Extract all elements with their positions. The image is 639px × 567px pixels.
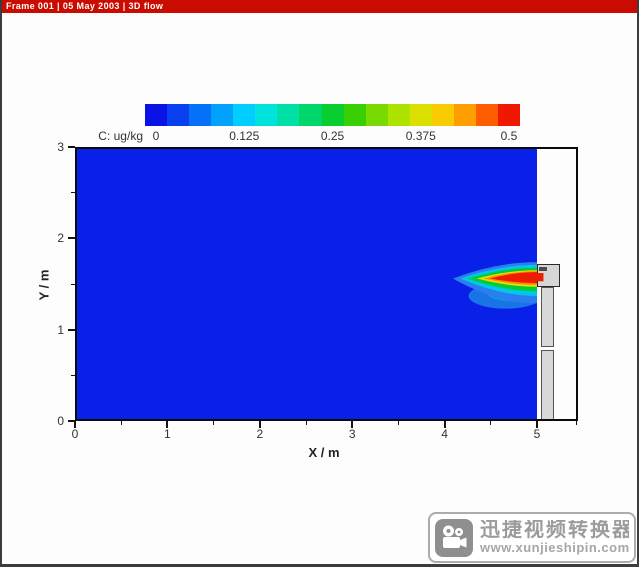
x-tick-label-0: 0 xyxy=(72,427,79,441)
colorbar-block-14 xyxy=(454,104,476,126)
frame-title-text: Frame 001 | 05 May 2003 | 3D flow xyxy=(6,1,163,11)
x-minor-tick-1.5 xyxy=(213,421,214,425)
y-major-tick-3 xyxy=(68,146,75,148)
x-major-tick-0 xyxy=(74,421,76,428)
y-tick-label-2: 2 xyxy=(44,231,64,245)
x-tick-label-5: 5 xyxy=(534,427,541,441)
frame-title-bar: Frame 001 | 05 May 2003 | 3D flow xyxy=(2,0,637,13)
video-camera-glyph xyxy=(439,523,469,553)
colorbar-block-2 xyxy=(189,104,211,126)
plume-jet-core xyxy=(532,273,543,281)
colorbar xyxy=(145,104,520,126)
x-minor-tick-5.43 xyxy=(576,421,577,425)
x-tick-label-1: 1 xyxy=(164,427,171,441)
x-major-tick-4 xyxy=(444,421,446,428)
colorbar-tick-0.125: 0.125 xyxy=(229,129,259,143)
colorbar-tick-0.25: 0.25 xyxy=(321,129,344,143)
colorbar-block-4 xyxy=(233,104,255,126)
colorbar-block-3 xyxy=(211,104,233,126)
colorbar-block-0 xyxy=(145,104,167,126)
watermark-url: www.xunjieshipin.com xyxy=(480,541,629,555)
window-border-left xyxy=(0,0,2,567)
x-minor-tick-4.5 xyxy=(490,421,491,425)
colorbar-label: C: ug/kg xyxy=(50,129,143,143)
watermark-text: 迅捷视频转换器 www.xunjieshipin.com xyxy=(480,520,629,555)
colorbar-block-10 xyxy=(366,104,388,126)
colorbar-tick-0.375: 0.375 xyxy=(406,129,436,143)
plume-contours xyxy=(75,147,578,421)
colorbar-block-15 xyxy=(476,104,498,126)
x-minor-tick-3.5 xyxy=(398,421,399,425)
y-tick-label-1: 1 xyxy=(44,323,64,337)
x-major-tick-5 xyxy=(536,421,538,428)
x-minor-tick-2.5 xyxy=(306,421,307,425)
y-major-tick-0 xyxy=(68,420,75,422)
colorbar-block-1 xyxy=(167,104,189,126)
x-major-tick-3 xyxy=(351,421,353,428)
colorbar-block-16 xyxy=(498,104,520,126)
colorbar-block-12 xyxy=(410,104,432,126)
colorbar-block-13 xyxy=(432,104,454,126)
watermark-badge: 迅捷视频转换器 www.xunjieshipin.com xyxy=(428,512,636,563)
x-axis-title: X / m xyxy=(308,445,339,460)
y-axis-title: Y / m xyxy=(37,270,52,301)
colorbar-block-11 xyxy=(388,104,410,126)
application-window: Frame 001 | 05 May 2003 | 3D flow C: ug/… xyxy=(0,0,639,567)
watermark-brand: 迅捷视频转换器 xyxy=(480,520,629,541)
x-tick-label-2: 2 xyxy=(256,427,263,441)
x-tick-label-4: 4 xyxy=(441,427,448,441)
colorbar-block-5 xyxy=(255,104,277,126)
colorbar-tick-0.5: 0.5 xyxy=(501,129,518,143)
x-major-tick-2 xyxy=(259,421,261,428)
contour-plot xyxy=(75,147,578,421)
colorbar-block-6 xyxy=(277,104,299,126)
x-minor-tick-0.5 xyxy=(121,421,122,425)
colorbar-tick-0: 0 xyxy=(153,129,160,143)
y-major-tick-2 xyxy=(68,237,75,239)
colorbar-block-9 xyxy=(344,104,366,126)
y-tick-label-0: 0 xyxy=(44,414,64,428)
x-tick-label-3: 3 xyxy=(349,427,356,441)
colorbar-block-8 xyxy=(322,104,344,126)
y-major-tick-1 xyxy=(68,329,75,331)
video-camera-icon xyxy=(435,519,473,557)
colorbar-block-7 xyxy=(299,104,321,126)
x-major-tick-1 xyxy=(166,421,168,428)
